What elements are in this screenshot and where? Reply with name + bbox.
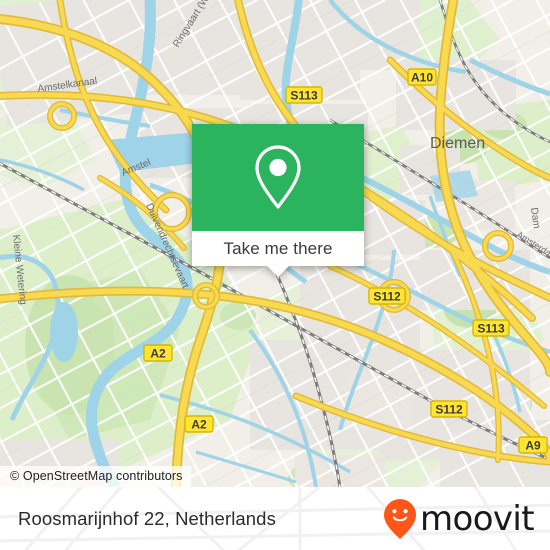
route-shield-label: A9 [525, 438, 541, 452]
route-shield-label: S113 [477, 321, 505, 335]
callout-icon-area [192, 124, 364, 231]
route-shield: A2 [184, 415, 214, 433]
take-me-there-label: Take me there [223, 238, 333, 258]
callout-action-area[interactable]: Take me there [192, 231, 364, 277]
destination-callout[interactable]: Take me there [192, 124, 364, 277]
route-shield-label: S112 [373, 289, 401, 303]
route-shield: S112 [368, 287, 406, 305]
route-shield: S112 [430, 400, 468, 418]
map-pin-icon [255, 144, 301, 209]
route-shield: S113 [472, 319, 510, 337]
address-title: Roosmarijnhof 22, Netherlands [18, 507, 276, 529]
footer-bar: Roosmarijnhof 22, Netherlands moovit [0, 487, 550, 550]
osm-attribution[interactable]: © OpenStreetMap contributors [0, 466, 191, 487]
route-shield: A9 [518, 436, 548, 454]
moovit-logo[interactable]: moovit [383, 498, 535, 540]
route-shield: A2 [143, 344, 173, 362]
map-label: Diemen [430, 135, 485, 152]
route-shield-label: A2 [191, 417, 207, 431]
moovit-wordmark: moovit [419, 498, 535, 539]
route-shield-label: A2 [150, 346, 166, 360]
moovit-pin-smiley-icon [383, 498, 416, 539]
moovit-map-share-card: DiemenAmstelkanaalRingvaart (Water Haarl… [0, 0, 550, 550]
route-shield-label: S113 [290, 88, 318, 102]
route-shield-label: S112 [435, 402, 463, 416]
route-shield: S113 [285, 86, 323, 104]
callout-pointer-tail [267, 266, 289, 277]
route-shield: A10 [407, 68, 437, 86]
route-shield-label: A10 [411, 70, 433, 84]
